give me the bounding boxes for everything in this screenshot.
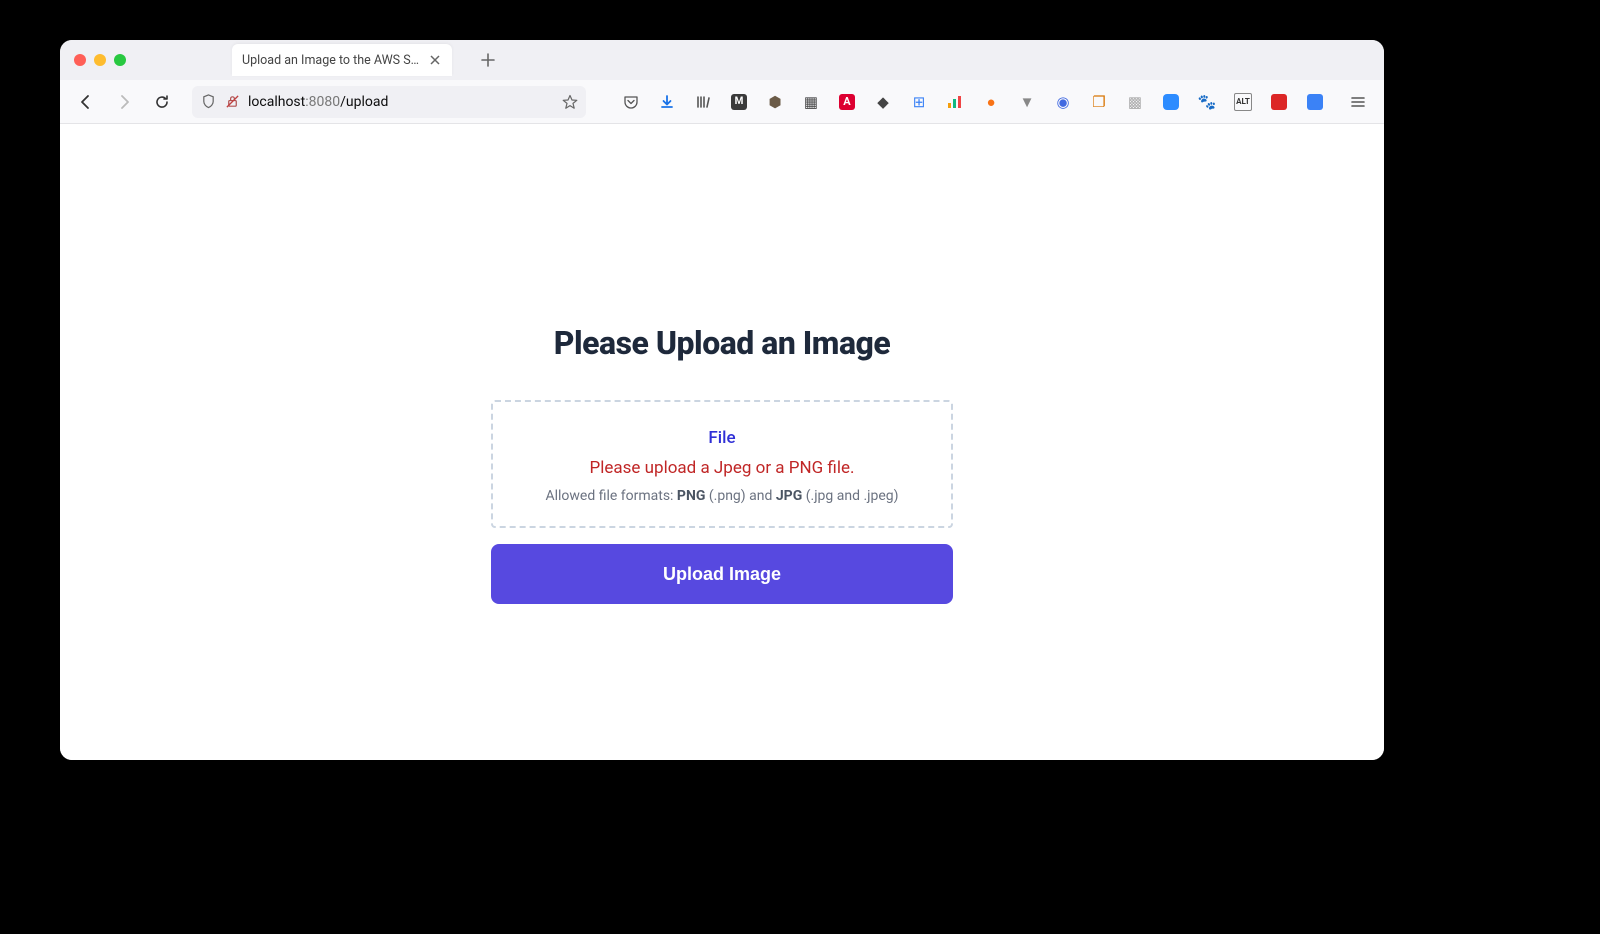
close-icon xyxy=(430,55,440,65)
ext-cube-icon[interactable]: ◆ xyxy=(874,93,892,111)
ext-rock-icon[interactable]: ⬢ xyxy=(766,93,784,111)
library-icon xyxy=(695,94,711,110)
extension-bar: M ⬢ ▦ A ◆ ⊞ ● ▼ ◉ ❐ ▩ 🐾 ALT xyxy=(622,88,1372,116)
hint-ext-jpg: (.jpg and .jpeg) xyxy=(802,488,898,504)
star-icon xyxy=(562,94,578,110)
forward-button[interactable] xyxy=(110,88,138,116)
url-path: /upload xyxy=(340,94,388,110)
forward-icon xyxy=(116,94,132,110)
hint-format-png: PNG xyxy=(677,488,705,504)
angular-icon[interactable]: A xyxy=(838,93,856,111)
window-close-button[interactable] xyxy=(74,54,86,66)
upload-button[interactable]: Upload Image xyxy=(491,544,953,604)
window-minimize-button[interactable] xyxy=(94,54,106,66)
metamask-icon[interactable]: M xyxy=(730,93,748,111)
new-tab-button[interactable] xyxy=(474,46,502,74)
vue-icon[interactable]: ▼ xyxy=(1018,93,1036,111)
hamburger-icon xyxy=(1350,94,1366,110)
ext-grid-icon[interactable]: ▩ xyxy=(1126,93,1144,111)
ext-sun-icon[interactable]: ● xyxy=(982,93,1000,111)
reload-button[interactable] xyxy=(148,88,176,116)
browser-tab[interactable]: Upload an Image to the AWS S3 Buc xyxy=(232,44,452,76)
ext-blue-icon[interactable] xyxy=(1306,93,1324,111)
ext-paw-icon[interactable]: 🐾 xyxy=(1198,93,1216,111)
tab-bar: Upload an Image to the AWS S3 Buc xyxy=(60,40,1384,80)
bookmark-button[interactable] xyxy=(562,94,578,110)
ext-window-icon[interactable]: ⊞ xyxy=(910,93,928,111)
pocket-button[interactable] xyxy=(622,93,640,111)
ext-red-icon[interactable] xyxy=(1270,93,1288,111)
ext-stack-icon[interactable]: ❐ xyxy=(1090,93,1108,111)
format-hint: Allowed file formats: PNG (.png) and JPG… xyxy=(511,488,933,504)
validation-error: Please upload a Jpeg or a PNG file. xyxy=(511,458,933,478)
pocket-icon xyxy=(623,94,639,110)
lock-strike-icon[interactable] xyxy=(224,94,240,110)
downloads-button[interactable] xyxy=(658,93,676,111)
library-button[interactable] xyxy=(694,93,712,111)
plus-icon xyxy=(481,53,495,67)
ext-bars-icon[interactable] xyxy=(946,93,964,111)
window-controls xyxy=(74,54,126,66)
menu-button[interactable] xyxy=(1344,88,1372,116)
back-icon xyxy=(78,94,94,110)
alt-text-icon[interactable]: ALT xyxy=(1234,93,1252,111)
hint-format-jpg: JPG xyxy=(776,488,802,504)
download-icon xyxy=(659,94,675,110)
shield-icon[interactable] xyxy=(200,94,216,110)
window-maximize-button[interactable] xyxy=(114,54,126,66)
address-bar[interactable]: localhost:8080/upload xyxy=(192,86,586,118)
zoom-icon[interactable] xyxy=(1162,93,1180,111)
browser-toolbar: localhost:8080/upload M ⬢ ▦ A ◆ ⊞ xyxy=(60,80,1384,124)
reload-icon xyxy=(154,94,170,110)
hint-prefix: Allowed file formats: xyxy=(545,488,676,504)
hint-ext-png: (.png) and xyxy=(705,488,775,504)
ext-grid5-icon[interactable]: ▦ xyxy=(802,93,820,111)
ext-globe-icon[interactable]: ◉ xyxy=(1054,93,1072,111)
back-button[interactable] xyxy=(72,88,100,116)
page-content: Please Upload an Image File Please uploa… xyxy=(60,124,1384,760)
url-port: :8080 xyxy=(305,94,340,110)
browser-window: Upload an Image to the AWS S3 Buc xyxy=(60,40,1384,760)
file-dropzone[interactable]: File Please upload a Jpeg or a PNG file.… xyxy=(491,400,953,528)
file-input-label[interactable]: File xyxy=(511,428,933,448)
tab-close-button[interactable] xyxy=(428,53,442,67)
url-host: localhost xyxy=(248,94,305,110)
page-heading: Please Upload an Image xyxy=(554,324,890,362)
tab-title: Upload an Image to the AWS S3 Buc xyxy=(242,53,420,68)
url-text: localhost:8080/upload xyxy=(248,94,388,110)
